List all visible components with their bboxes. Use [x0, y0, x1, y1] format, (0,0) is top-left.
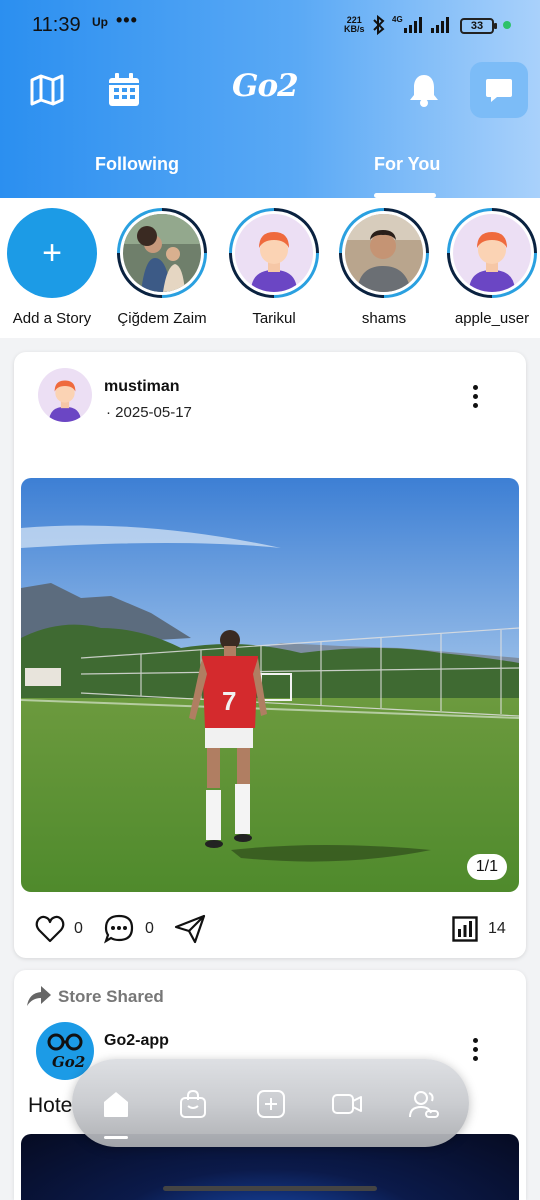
comment-count: 0 [145, 920, 154, 937]
app-header: 11:39 Up ••• 221 KB/s 4G 33 Go2 Following… [0, 0, 540, 198]
cell-signal-2-icon [431, 17, 449, 33]
story-item[interactable]: shams [334, 208, 434, 327]
cell-signal-icon: 4G [392, 15, 422, 33]
store-post-more-icon[interactable] [471, 1038, 479, 1064]
default-avatar-icon [235, 214, 313, 292]
post-author-avatar[interactable] [38, 368, 92, 422]
post-date: · 2025-05-17 [106, 404, 192, 421]
status-bar: 11:39 Up ••• 221 KB/s 4G 33 [0, 0, 540, 52]
status-network-speed: 221 KB/s [344, 15, 365, 34]
bell-icon[interactable] [406, 72, 442, 108]
chat-button[interactable] [470, 62, 528, 118]
post-username[interactable]: mustiman [104, 378, 180, 396]
active-nav-indicator [104, 1136, 128, 1139]
story-name: shams [361, 310, 407, 327]
map-icon[interactable] [29, 72, 65, 108]
add-story-button[interactable]: + [7, 208, 97, 298]
calendar-icon[interactable] [106, 72, 142, 108]
story-add[interactable]: + Add a Story [2, 208, 102, 327]
battery-indicator: 33 [460, 18, 497, 34]
story-item[interactable]: Tarikul [224, 208, 324, 327]
shared-label: Store Shared [58, 987, 164, 1006]
store-name[interactable]: Go2-app [104, 1032, 169, 1050]
svg-text:7: 7 [222, 686, 236, 716]
story-name: Tarikul [252, 310, 296, 327]
svg-text:Go2: Go2 [52, 1053, 85, 1071]
story-avatar-photo [123, 214, 201, 292]
create-post-icon[interactable] [256, 1089, 286, 1119]
heart-icon[interactable] [35, 914, 65, 944]
shop-bag-icon[interactable] [178, 1089, 208, 1119]
default-avatar-icon [453, 214, 531, 292]
story-name: Çiğdem Zaim [117, 310, 207, 327]
home-icon[interactable] [101, 1089, 131, 1119]
friends-icon[interactable] [409, 1089, 439, 1119]
chat-bubble-icon [486, 79, 512, 102]
status-more-dots: ••• [116, 10, 138, 30]
plus-icon: + [42, 234, 62, 272]
tab-for-you[interactable]: For You [374, 154, 440, 175]
views-stats-icon [452, 916, 478, 942]
story-avatar-photo [345, 214, 423, 292]
story-name: Add a Story [12, 310, 92, 327]
post-photo[interactable]: 7 1/1 [21, 478, 519, 892]
status-carrier-badge: Up [92, 15, 108, 29]
view-count: 14 [488, 920, 506, 937]
story-item[interactable]: Çiğdem Zaim [112, 208, 212, 327]
post-card: mustiman · 2025-05-17 7 1/1 0 0 14 [14, 352, 526, 958]
bottom-navigation [72, 1059, 469, 1147]
svg-text:4G: 4G [392, 15, 403, 24]
like-count: 0 [74, 920, 83, 937]
share-arrow-icon [27, 986, 51, 1006]
video-icon[interactable] [332, 1089, 362, 1119]
story-name: apple_user [454, 310, 530, 327]
stories-row: + Add a Story Çiğdem Zaim Tarikul shams … [0, 198, 540, 338]
story-item[interactable]: apple_user [442, 208, 540, 327]
app-logo: Go2 [232, 68, 299, 104]
status-dot [503, 21, 511, 29]
status-time: 11:39 [32, 14, 81, 36]
photo-counter: 1/1 [466, 854, 507, 880]
tab-following[interactable]: Following [95, 154, 179, 175]
system-home-indicator[interactable] [163, 1186, 377, 1191]
bluetooth-icon [373, 14, 385, 36]
post-more-icon[interactable] [471, 385, 479, 411]
share-send-icon[interactable] [174, 914, 206, 944]
store-post-title: Hote [28, 1094, 73, 1117]
comment-icon[interactable] [104, 914, 134, 944]
